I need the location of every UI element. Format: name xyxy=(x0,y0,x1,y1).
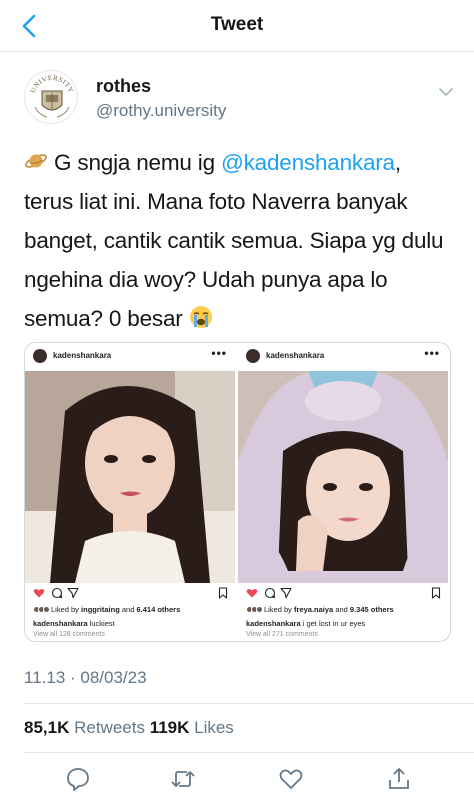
more-options-icon: ••• xyxy=(424,346,440,360)
avatar[interactable]: UNIVERSITY xyxy=(24,70,78,124)
tweet-text-part-1: G sngja nemu ig xyxy=(48,150,221,175)
share-icon[interactable] xyxy=(386,766,412,792)
liked-by-text: Liked by freya.naiya and 9.345 others xyxy=(246,605,394,615)
comment-icon xyxy=(264,587,276,599)
post-photo xyxy=(25,371,235,583)
post-header: kadenshankara ••• xyxy=(25,343,235,369)
tweet-media[interactable]: kadenshankara ••• Liked by inggritaing a… xyxy=(24,342,451,642)
tweet-action-bar xyxy=(0,762,474,798)
reply-icon[interactable] xyxy=(65,766,91,792)
tweet-text-part-2: , terus liat ini. Mana foto Naverra bany… xyxy=(24,150,444,331)
tweet-author: UNIVERSITY rothes @rothy.university xyxy=(24,70,454,130)
post-photo xyxy=(238,371,448,583)
heart-filled-icon xyxy=(33,588,45,598)
comment-icon xyxy=(51,587,63,599)
user-handle: @rothy.university xyxy=(96,101,227,120)
author-names[interactable]: rothes @rothy.university xyxy=(96,76,226,121)
loudly-crying-face-emoji xyxy=(189,306,212,328)
view-comments: View all 128 comments xyxy=(33,631,105,638)
likes-stat[interactable]: 119K Likes xyxy=(150,718,234,737)
bookmark-icon xyxy=(218,587,228,599)
post-caption: kadenshankara i get lost in ur eyes xyxy=(246,619,366,628)
view-comments: View all 271 comments xyxy=(246,631,318,638)
avatar xyxy=(246,349,260,363)
divider xyxy=(24,752,474,753)
chevron-down-icon[interactable] xyxy=(438,86,454,98)
post-caption: kadenshankara luckiest xyxy=(33,619,115,628)
avatar xyxy=(33,349,47,363)
send-icon xyxy=(280,587,292,599)
university-crest-icon: UNIVERSITY xyxy=(29,74,75,118)
heart-filled-icon xyxy=(246,588,258,598)
post-header: kadenshankara ••• xyxy=(238,343,448,369)
send-icon xyxy=(67,587,79,599)
tweet-timestamp: 11.13 · 08/03/23 xyxy=(24,668,147,687)
post-username: kadenshankara xyxy=(266,351,325,360)
instagram-post: kadenshankara ••• Liked by freya.naiya a… xyxy=(238,343,448,641)
divider xyxy=(24,703,474,704)
tweet-stats: 85,1K Retweets 119K Likes xyxy=(24,718,234,738)
like-icon[interactable] xyxy=(278,766,304,792)
ringed-planet-emoji xyxy=(25,154,47,168)
mention-link[interactable]: @kadenshankara xyxy=(221,150,395,175)
retweet-icon[interactable] xyxy=(170,766,196,792)
post-actions xyxy=(33,587,229,601)
page-title: Tweet xyxy=(210,14,264,35)
retweets-stat[interactable]: 85,1K Retweets xyxy=(24,718,150,737)
nav-bar: Tweet xyxy=(0,0,474,52)
post-username: kadenshankara xyxy=(53,351,112,360)
liked-by-text: Liked by inggritaing and 6.414 others xyxy=(33,605,180,615)
bookmark-icon xyxy=(431,587,441,599)
tweet-body: G sngja nemu ig @kadenshankara, terus li… xyxy=(24,143,454,338)
post-actions xyxy=(246,587,442,601)
more-options-icon: ••• xyxy=(211,346,227,360)
instagram-post: kadenshankara ••• Liked by inggritaing a… xyxy=(25,343,235,641)
display-name: rothes xyxy=(96,76,152,96)
